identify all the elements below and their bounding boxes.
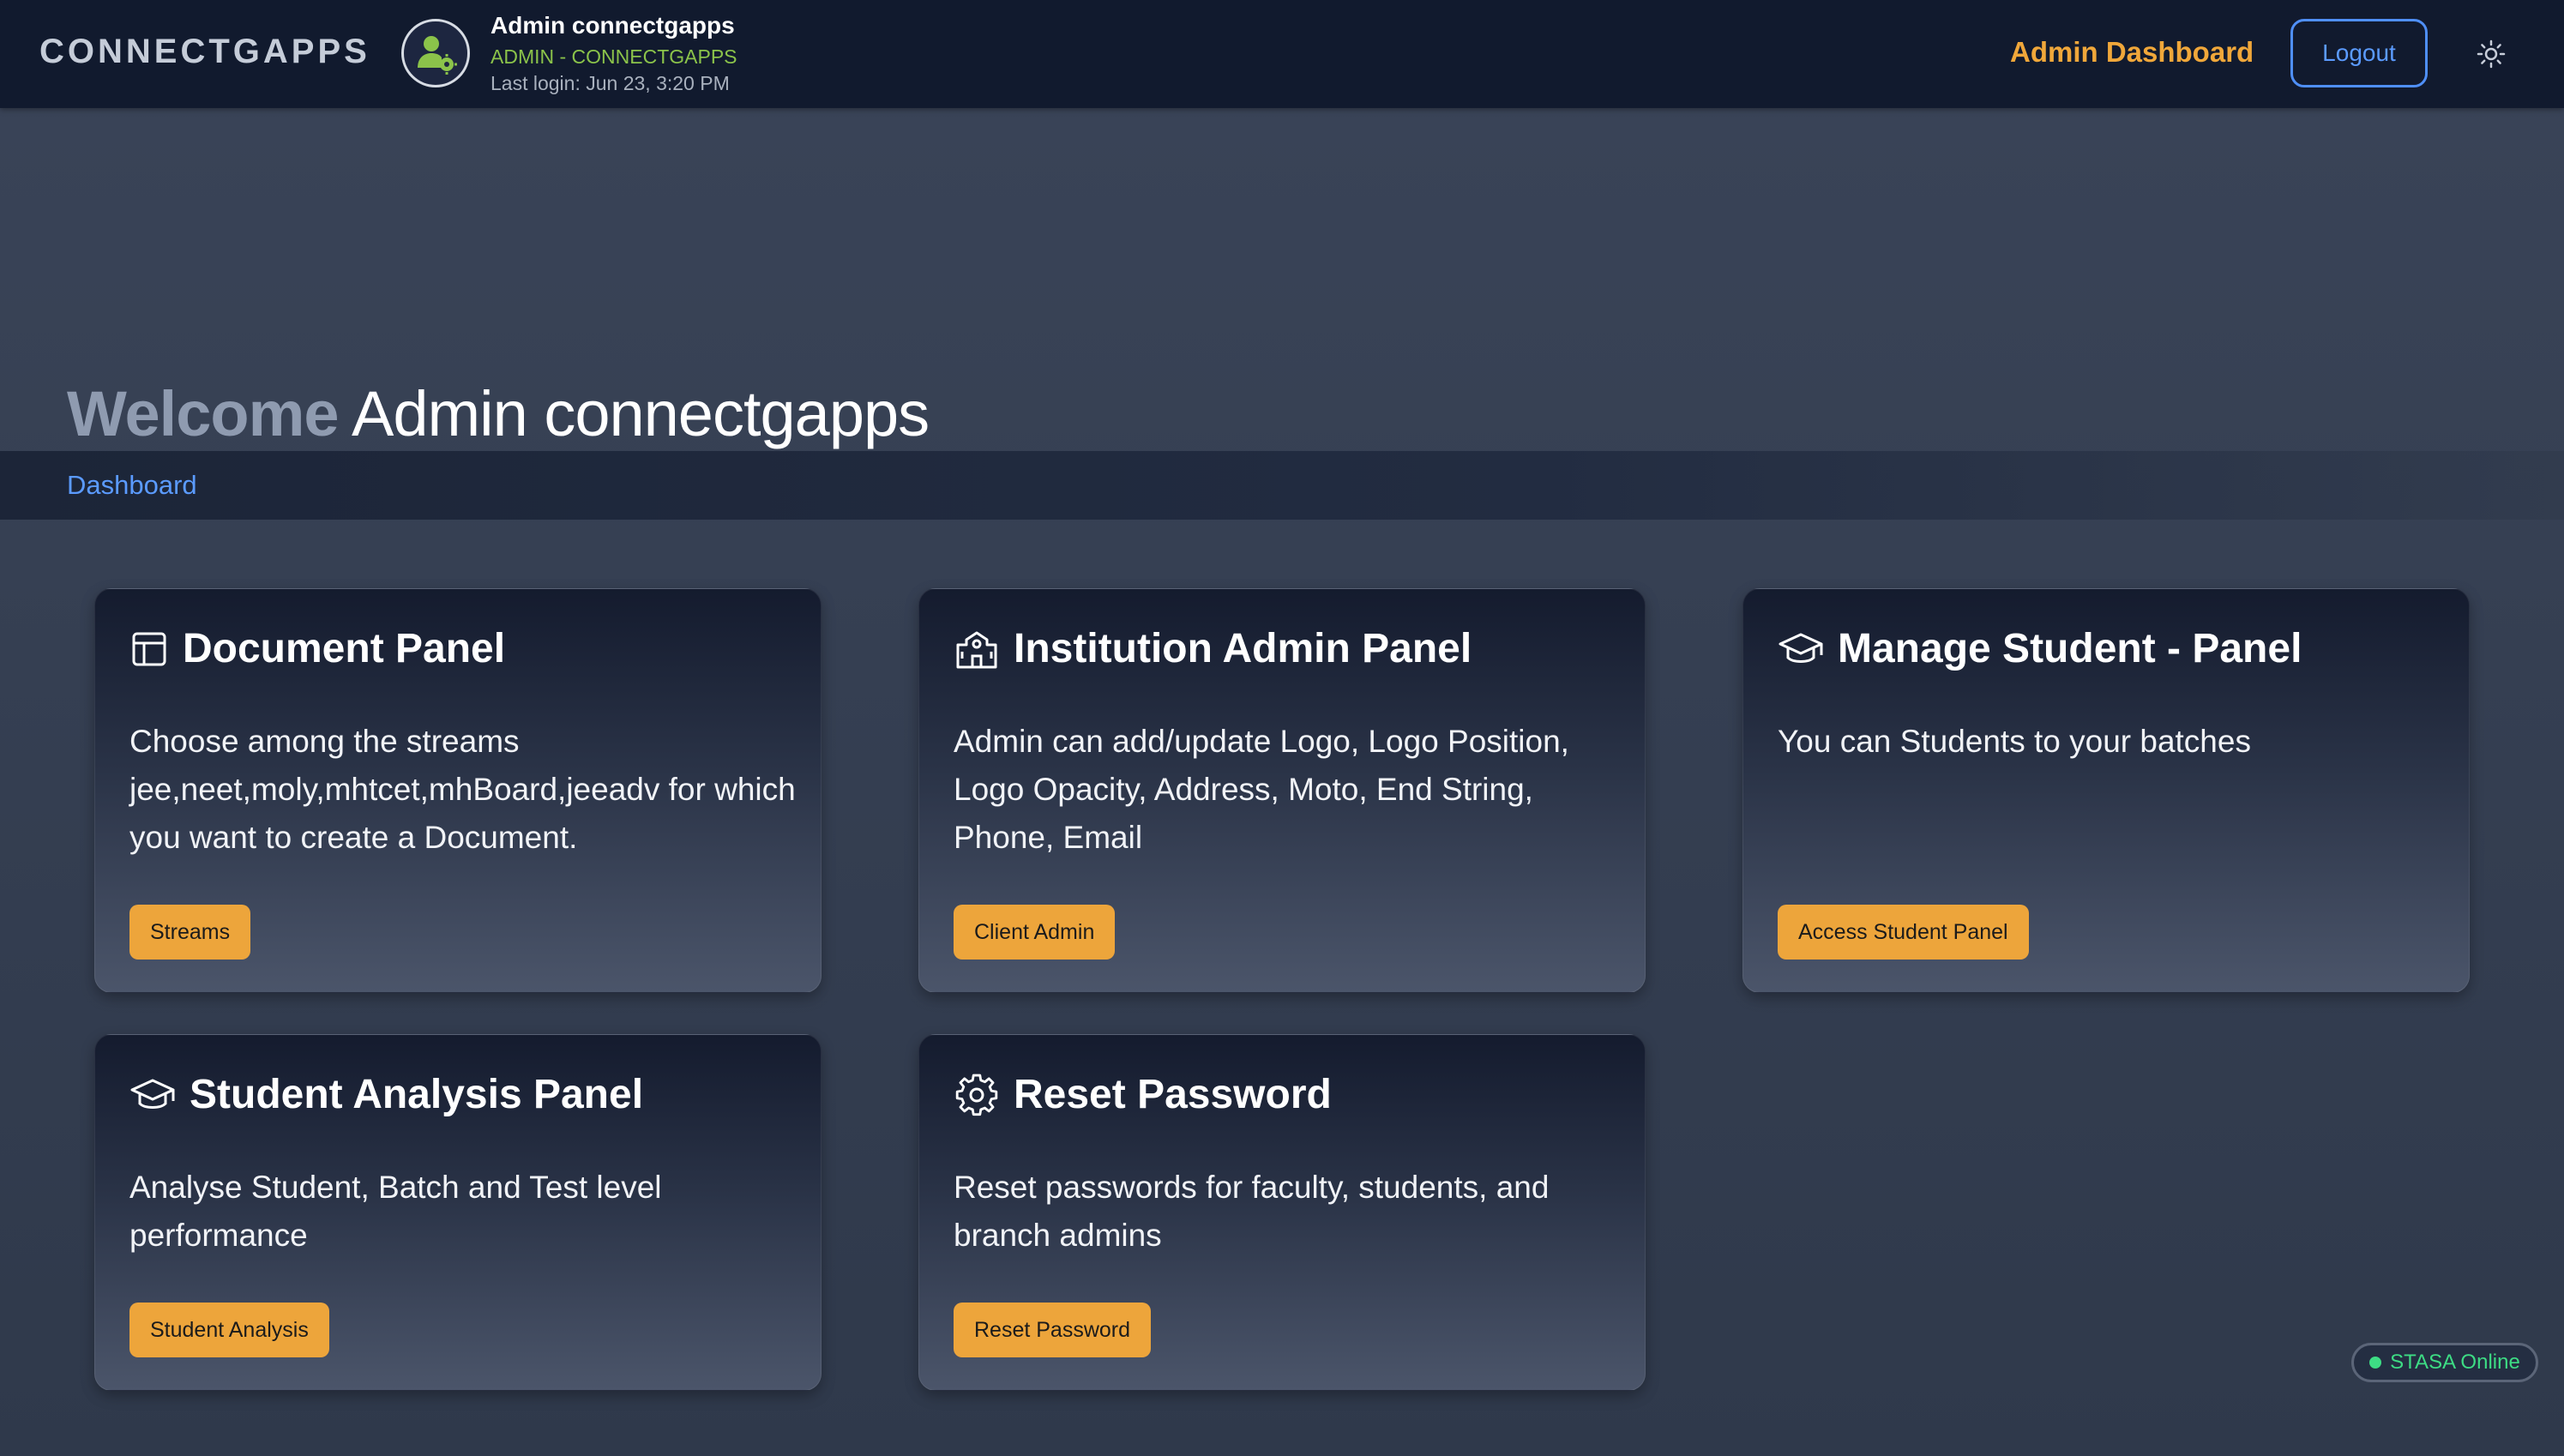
sun-icon [2477,39,2506,69]
student-analysis-button[interactable]: Student Analysis [129,1303,329,1357]
card-header: Institution Admin Panel [954,625,1472,672]
status-label: STASA Online [2390,1351,2520,1374]
user-name: Admin connectgapps [491,12,735,39]
welcome-name: Admin connectgapps [352,378,930,449]
page-title: Welcome Admin connectgapps [67,377,930,450]
card-description: Admin can add/update Logo, Logo Position… [954,724,1569,855]
online-dot-icon [2369,1357,2382,1369]
user-gear-icon [418,36,457,75]
card-title: Student Analysis Panel [190,1072,644,1117]
card-header: Reset Password [954,1071,1332,1118]
card-description: Reset passwords for faculty, students, a… [954,1170,1550,1253]
theme-toggle-button[interactable] [2470,33,2513,75]
card-header: Student Analysis Panel [129,1071,643,1118]
layout-icon [132,632,166,665]
card-description: Analyse Student, Batch and Test level pe… [129,1170,662,1253]
breadcrumb-dashboard[interactable]: Dashboard [67,470,197,501]
card-title: Reset Password [1014,1072,1332,1117]
logout-button[interactable]: Logout [2290,19,2428,87]
card-description: Choose among the streams jee,neet,moly,m… [129,724,796,855]
card-title: Manage Student - Panel [1838,626,2302,671]
status-badge: STASA Online [2351,1343,2538,1382]
brand-logo[interactable]: CONNECTGAPPS [39,33,370,71]
card-title: Institution Admin Panel [1014,626,1472,671]
welcome-prefix: Welcome [67,378,340,449]
access-student-panel-button[interactable]: Access Student Panel [1778,905,2029,960]
top-navbar: CONNECTGAPPS Admin connectgapps ADMIN - … [0,0,2564,108]
reset-password-button[interactable]: Reset Password [954,1303,1152,1357]
card-header: Document Panel [129,625,505,672]
admin-dashboard-link[interactable]: Admin Dashboard [2010,36,2254,69]
graduation-cap-icon [130,1079,175,1109]
graduation-cap-icon [1779,633,1823,663]
avatar[interactable] [401,19,470,87]
client-admin-button[interactable]: Client Admin [954,905,1116,960]
card-manage-student-panel: Manage Student - Panel You can Students … [1742,588,2470,993]
card-student-analysis-panel: Student Analysis Panel Analyse Student, … [94,1034,822,1391]
card-title: Document Panel [183,626,506,671]
user-role: ADMIN - CONNECTGAPPS [491,45,737,68]
card-header: Manage Student - Panel [1778,625,2302,672]
last-login-text: Last login: Jun 23, 3:20 PM [491,72,730,94]
card-institution-admin-panel: Institution Admin Panel Admin can add/up… [918,588,1646,993]
school-icon [956,631,997,668]
card-reset-password: Reset Password Reset passwords for facul… [918,1034,1646,1391]
streams-button[interactable]: Streams [129,905,251,960]
gear-icon [955,1074,998,1116]
card-document-panel: Document Panel Choose among the streams … [94,588,822,993]
breadcrumb: Dashboard [0,451,2564,520]
card-description: You can Students to your batches [1778,724,2251,759]
